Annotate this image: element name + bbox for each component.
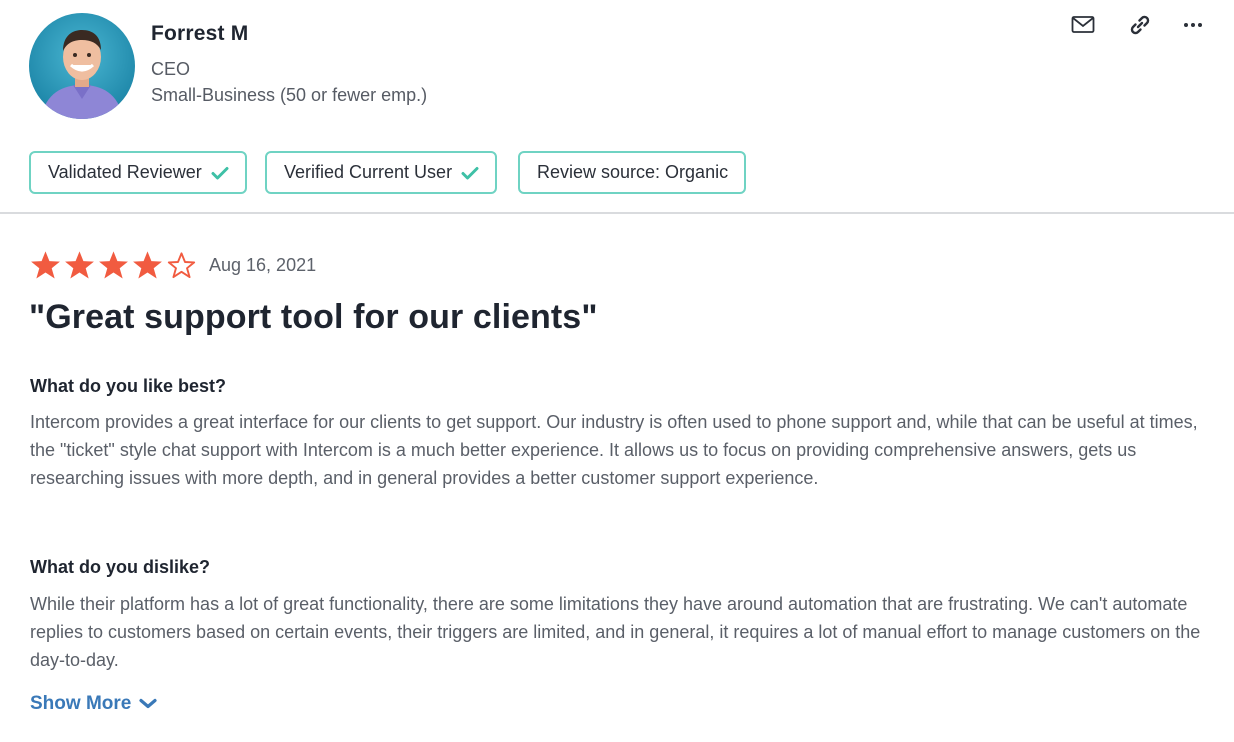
reviewer-company-size: Small-Business (50 or fewer emp.) — [151, 85, 428, 105]
mail-icon[interactable] — [1070, 12, 1096, 38]
show-more-button[interactable]: Show More — [30, 693, 157, 715]
divider — [0, 212, 1234, 214]
check-icon — [461, 166, 479, 180]
star-empty-icon — [167, 252, 196, 279]
chevron-down-icon — [139, 698, 157, 710]
badge-verified-current-user[interactable]: Verified Current User — [265, 151, 498, 194]
star-filled-icon — [65, 251, 94, 279]
badge-label: Review source: Organic — [537, 162, 729, 182]
badge-label: Validated Reviewer — [48, 162, 202, 182]
show-more-label: Show More — [30, 693, 132, 714]
badge-validated-reviewer[interactable]: Validated Reviewer — [29, 151, 247, 194]
badge-review-source[interactable]: Review source: Organic — [518, 151, 747, 194]
check-icon — [211, 166, 229, 180]
badge-label: Verified Current User — [284, 162, 453, 182]
review-date: Aug 16, 2021 — [209, 255, 317, 275]
avatar[interactable] — [29, 13, 135, 119]
reviewer-role: CEO — [151, 59, 191, 79]
review-title: "Great support tool for our clients" — [29, 298, 598, 336]
answer-dislike: While their platform has a lot of great … — [30, 594, 1201, 670]
link-icon[interactable] — [1127, 12, 1153, 38]
review-card: Forrest M CEO Small-Business (50 or fewe… — [0, 0, 1234, 742]
star-filled-icon — [99, 251, 128, 279]
star-filled-icon — [31, 251, 60, 279]
question-dislike: What do you dislike? — [30, 557, 211, 577]
answer-like-best: Intercom provides a great interface for … — [30, 412, 1198, 488]
reviewer-name[interactable]: Forrest M — [151, 22, 248, 46]
question-like-best: What do you like best? — [30, 376, 227, 396]
star-filled-icon — [133, 251, 162, 279]
star-rating — [29, 250, 198, 281]
more-icon[interactable] — [1180, 12, 1206, 38]
